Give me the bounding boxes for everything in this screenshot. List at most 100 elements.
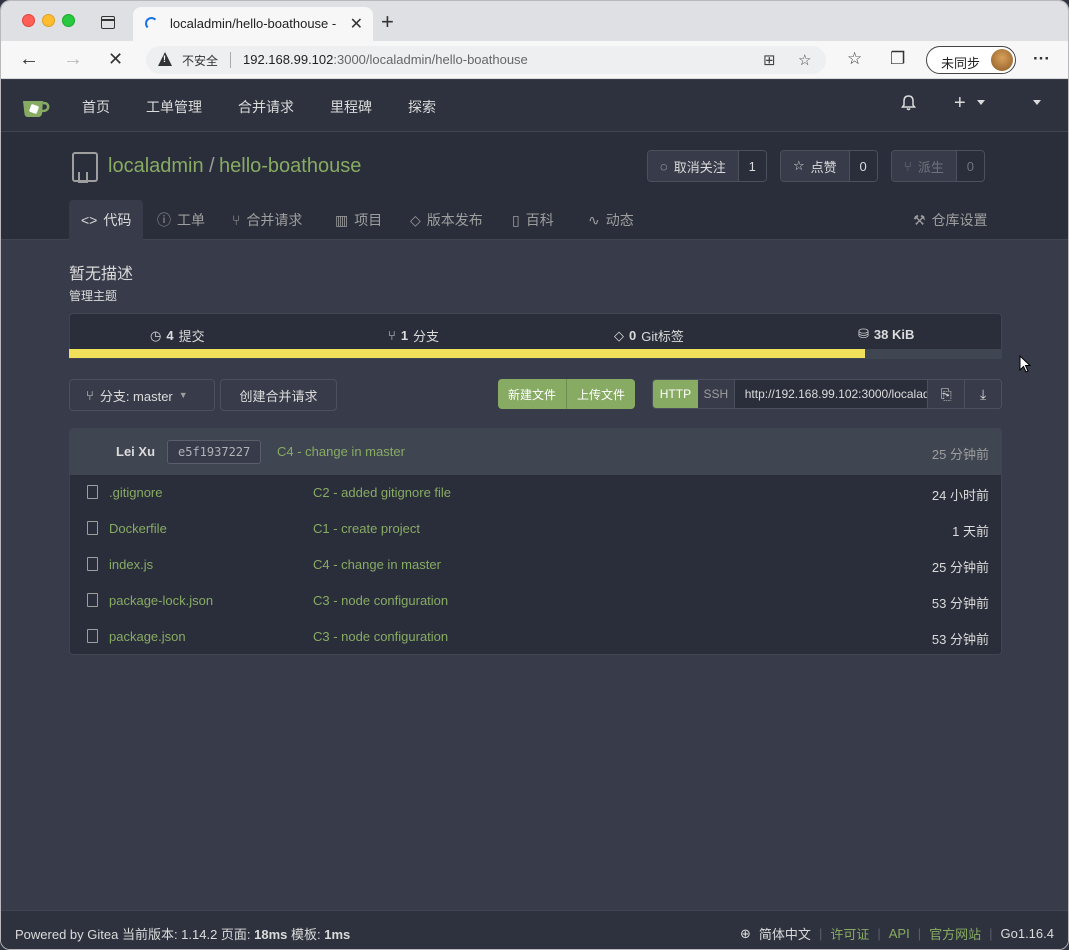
tags-label: Git标签	[641, 329, 684, 344]
file-row: index.js C4 - change in master 25 分钟前	[70, 547, 1001, 583]
clone-url-input[interactable]: http://192.168.99.102:3000/localadmin/he…	[734, 380, 928, 408]
url-field[interactable]: 不安全 192.168.99.102:3000/localadmin/hello…	[146, 46, 826, 74]
star-count[interactable]: 0	[848, 151, 877, 181]
forward-icon[interactable]: →	[63, 49, 83, 69]
file-row: Dockerfile C1 - create project 1 天前	[70, 511, 1001, 547]
branch-dropdown[interactable]: ⑂ 分支: master ▼	[69, 379, 215, 411]
tab-pulls-label: 合并请求	[246, 212, 303, 228]
profile-button[interactable]: 未同步	[926, 46, 1016, 74]
branch-icon: ⑂	[388, 328, 396, 343]
create-dropdown-icon[interactable]	[977, 100, 985, 105]
language-bar[interactable]	[69, 349, 1002, 358]
tab-code[interactable]: <> 代码	[69, 200, 144, 240]
website-link[interactable]: 官方网站	[929, 924, 981, 943]
new-pull-request-button[interactable]: 创建合并请求	[220, 379, 337, 411]
commits-count: 4	[166, 328, 174, 343]
unwatch-label: 取消关注	[673, 159, 726, 175]
manage-topics-link[interactable]: 管理主题	[69, 287, 117, 304]
back-icon[interactable]: ←	[19, 49, 39, 69]
nav-explore[interactable]: 探索	[408, 97, 436, 117]
new-tab-icon[interactable]: +	[381, 9, 394, 35]
nav-milestones[interactable]: 里程碑	[330, 97, 372, 117]
watch-count[interactable]: 1	[737, 151, 766, 181]
tab-issues[interactable]: ⓘ 工单	[145, 200, 217, 240]
download-icon[interactable]: ⤓	[964, 380, 1001, 408]
star-button[interactable]: ☆ 点赞	[781, 151, 849, 181]
tags-stat[interactable]: ◇ 0 Git标签	[614, 326, 684, 345]
pull-request-icon: ⑂	[232, 212, 241, 228]
close-window-button[interactable]	[22, 14, 35, 27]
add-favorite-icon[interactable]: ☆	[798, 51, 811, 69]
fork-button[interactable]: ⑂ 派生	[892, 151, 956, 181]
new-file-button[interactable]: 新建文件	[498, 379, 567, 409]
commit-sha-button[interactable]: e5f1937227	[167, 440, 262, 464]
code-icon: <>	[81, 212, 98, 228]
file-commit-link[interactable]: C4 - change in master	[313, 557, 441, 572]
upload-file-button[interactable]: 上传文件	[566, 379, 636, 409]
file-name-link[interactable]: .gitignore	[109, 485, 162, 500]
file-name-link[interactable]: index.js	[109, 557, 153, 572]
fork-count[interactable]: 0	[955, 151, 984, 181]
clone-ssh-button[interactable]: SSH	[697, 380, 735, 408]
tab-activity[interactable]: ∿ 动态	[576, 200, 646, 240]
commit-author[interactable]: Lei Xu	[116, 444, 155, 459]
tab-releases[interactable]: ◇ 版本发布	[398, 200, 495, 240]
url-text[interactable]: 192.168.99.102:3000/localadmin/hello-boa…	[243, 52, 528, 67]
file-row: .gitignore C2 - added gitignore file 24 小时…	[70, 475, 1001, 511]
file-name-link[interactable]: Dockerfile	[109, 521, 167, 536]
profile-label: 未同步	[941, 56, 981, 71]
nav-pulls[interactable]: 合并请求	[238, 97, 294, 117]
file-actions: 新建文件 上传文件	[498, 379, 636, 409]
file-commit-link[interactable]: C1 - create project	[313, 521, 420, 536]
app-available-icon[interactable]: ⊞	[763, 51, 776, 69]
footer-separator: |	[818, 926, 823, 941]
stop-loading-icon[interactable]: ✕	[108, 49, 123, 69]
copy-clipboard-icon[interactable]: ⎘	[927, 380, 965, 408]
repo-tabs: <> 代码 ⓘ 工单 ⑂ 合并请求 ▥ 项目 ◇ 版本发布 ▯ 百科 ∿ 动态 ⚒ 仓库设置	[69, 200, 1001, 240]
tab-actions-icon[interactable]	[101, 16, 115, 29]
file-commit-link[interactable]: C3 - node configuration	[313, 593, 448, 608]
repo-name-link[interactable]: hello-boathouse	[219, 155, 361, 178]
api-link[interactable]: API	[889, 926, 910, 941]
tab-settings[interactable]: ⚒ 仓库设置	[901, 200, 1000, 240]
file-commit-link[interactable]: C3 - node configuration	[313, 629, 448, 644]
nav-issues[interactable]: 工单管理	[146, 97, 202, 117]
maximize-window-button[interactable]	[62, 14, 75, 27]
gitea-logo-icon[interactable]	[21, 96, 51, 118]
minimize-window-button[interactable]	[42, 14, 55, 27]
file-name-link[interactable]: package-lock.json	[109, 593, 213, 608]
branches-stat[interactable]: ⑂ 1 分支	[388, 326, 439, 345]
insecure-label: 不安全	[182, 54, 219, 68]
browser-window: localadmin/hello-boathouse - ✕ + ← → ✕ 不…	[0, 0, 1069, 950]
create-new-icon[interactable]: +	[954, 92, 966, 115]
repo-path-separator: /	[209, 155, 215, 177]
tab-wiki[interactable]: ▯ 百科	[500, 200, 566, 240]
star-label: 点赞	[810, 159, 837, 175]
tab-releases-label: 版本发布	[426, 212, 483, 228]
more-menu-icon[interactable]: ···	[1033, 49, 1050, 69]
language-selector[interactable]: 简体中文	[759, 924, 811, 943]
browser-tab[interactable]: localadmin/hello-boathouse - ✕	[133, 7, 373, 41]
collections-icon[interactable]: ❐	[890, 49, 905, 69]
unwatch-button[interactable]: ◌ 取消关注	[648, 151, 738, 181]
tab-close-icon[interactable]: ✕	[350, 14, 363, 34]
commit-time: 25 分钟前	[931, 447, 989, 462]
database-icon: ⛁	[858, 326, 869, 341]
clone-http-button[interactable]: HTTP	[653, 380, 698, 408]
notification-bell-icon[interactable]	[901, 95, 916, 111]
tab-pulls[interactable]: ⑂ 合并请求	[220, 200, 314, 240]
commits-stat[interactable]: ◷ 4 提交	[150, 326, 205, 345]
history-icon: ◷	[150, 327, 162, 343]
tab-projects[interactable]: ▥ 项目	[323, 200, 394, 240]
file-commit-link[interactable]: C2 - added gitignore file	[313, 485, 451, 500]
license-link[interactable]: 许可证	[830, 924, 869, 943]
favorites-icon[interactable]: ☆	[847, 49, 862, 69]
file-name-link[interactable]: package.json	[109, 629, 186, 644]
repo-owner-link[interactable]: localadmin	[108, 155, 204, 178]
user-menu-dropdown-icon[interactable]	[1033, 100, 1041, 105]
nav-home[interactable]: 首页	[82, 97, 110, 117]
url-host: 192.168.99.102	[243, 52, 334, 67]
file-time: 53 分钟前	[931, 596, 989, 611]
commit-message-link[interactable]: C4 - change in master	[277, 444, 405, 459]
file-icon	[87, 629, 98, 643]
